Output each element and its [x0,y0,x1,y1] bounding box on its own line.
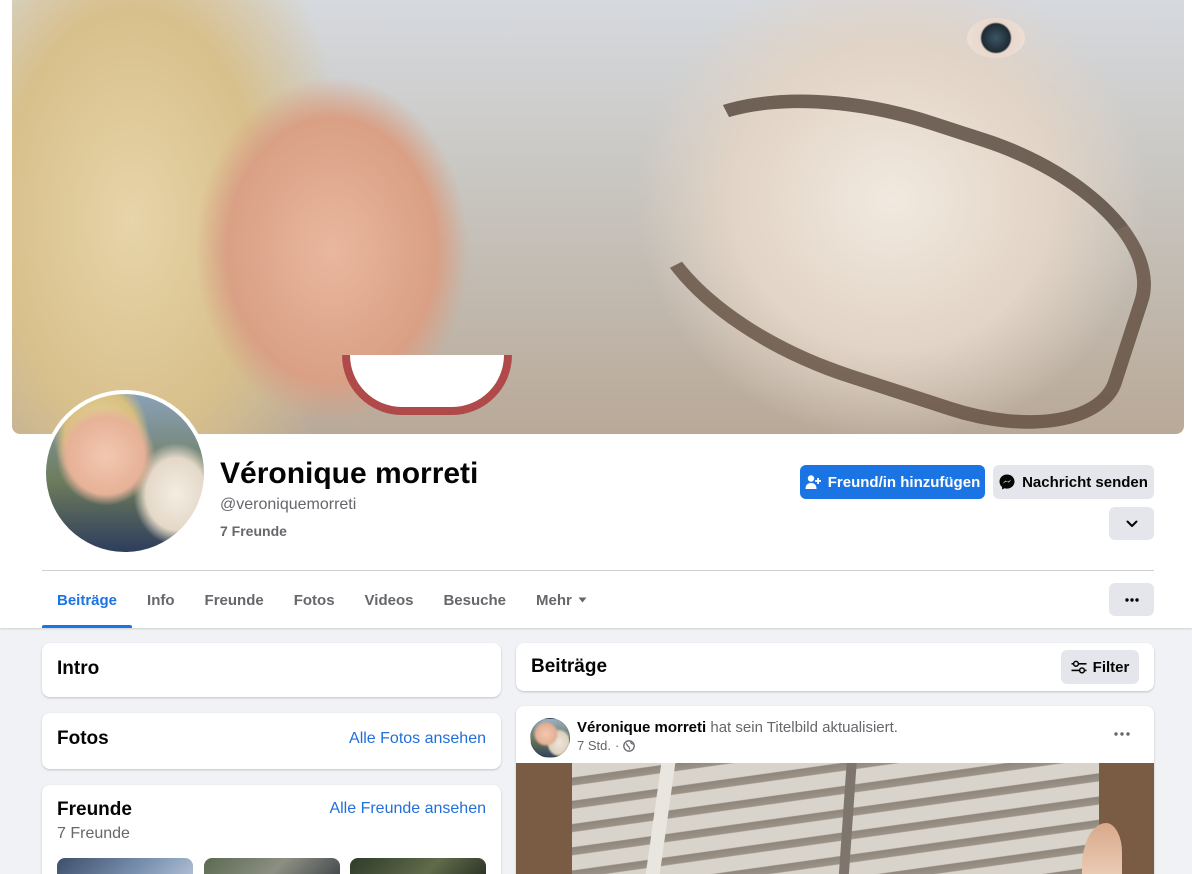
tab-label: Info [147,591,175,609]
profile-username: @veroniquemorreti [220,496,357,513]
avatar [46,394,204,552]
messenger-icon [999,474,1015,490]
profile-more-button[interactable] [1109,507,1154,540]
tabs-more-button[interactable] [1109,583,1154,616]
post-action-text: hat sein Titelbild aktualisiert. [710,719,898,736]
tab-mehr[interactable]: Mehr [521,572,602,628]
post-image-horse-ear [1082,823,1122,874]
filter-button[interactable]: Filter [1061,650,1139,684]
profile-tabs: Beiträge Info Freunde Fotos Videos Besuc… [42,572,602,628]
intro-title: Intro [57,658,100,679]
tab-freunde[interactable]: Freunde [190,572,279,628]
tab-info[interactable]: Info [132,572,190,628]
post-image-content [572,763,1122,874]
filter-label: Filter [1092,658,1130,676]
globe-icon [623,739,636,752]
send-message-button[interactable]: Nachricht senden [993,465,1154,499]
friends-card: Freunde Alle Freunde ansehen 7 Freunde [42,785,501,874]
tab-label: Besuche [443,591,506,609]
cover-horse-eye [967,18,1025,58]
post-meta-separator: · [614,738,620,753]
chevron-down-icon [1126,520,1137,527]
post-options-button[interactable] [1108,722,1136,746]
posts-title: Beiträge [531,656,608,677]
add-friend-button[interactable]: Freund/in hinzufügen [800,465,985,499]
add-friend-label: Freund/in hinzufügen [827,473,981,491]
post-author-name[interactable]: Véronique morreti [577,719,706,736]
post-author-avatar[interactable] [530,718,570,758]
tab-fotos[interactable]: Fotos [279,572,350,628]
tab-label: Mehr [536,591,572,609]
post-meta: 7 Std. · [577,738,636,753]
profile-name: Véronique morreti [220,457,479,490]
posts-header-card: Beiträge Filter [516,643,1154,691]
friend-thumbnail[interactable] [204,858,340,874]
all-photos-link[interactable]: Alle Fotos ansehen [349,730,486,748]
friends-count-link[interactable]: 7 Freunde [220,523,287,539]
profile-picture[interactable] [42,390,208,556]
cover-halter-shape [601,36,1183,434]
header-divider [42,570,1154,571]
photos-card: Fotos Alle Fotos ansehen [42,713,501,769]
profile-header: Véronique morreti @veroniquemorreti 7 Fr… [0,0,1192,628]
tab-label: Freunde [204,591,264,609]
photos-title: Fotos [57,728,109,749]
post-image-beam [642,763,676,874]
tab-label: Beiträge [57,591,118,609]
tab-beitraege[interactable]: Beiträge [42,572,133,628]
tab-label: Videos [364,591,414,609]
send-message-label: Nachricht senden [1022,473,1148,491]
post-headline: Véronique morreti hat sein Titelbild akt… [577,719,898,736]
post-timestamp[interactable]: 7 Std. [577,738,611,753]
friends-subtitle: 7 Freunde [57,825,130,842]
post-card: Véronique morreti hat sein Titelbild akt… [516,706,1154,874]
tab-videos[interactable]: Videos [350,572,429,628]
cover-photo[interactable] [12,0,1184,434]
all-friends-link[interactable]: Alle Freunde ansehen [329,800,486,818]
intro-card: Intro [42,643,501,697]
filter-sliders-icon [1071,660,1087,674]
post-image-beam [837,763,857,874]
cover-smile-shape [342,355,512,415]
caret-down-icon [578,597,587,603]
tab-label: Fotos [293,591,335,609]
friend-thumbnail[interactable] [57,858,193,874]
more-dots-icon [1114,732,1130,736]
more-dots-icon [1124,597,1139,602]
friends-title: Freunde [57,799,132,820]
tab-besuche[interactable]: Besuche [428,572,521,628]
friend-thumbnail[interactable] [350,858,486,874]
post-image[interactable] [516,763,1154,874]
add-friend-icon [805,475,821,489]
